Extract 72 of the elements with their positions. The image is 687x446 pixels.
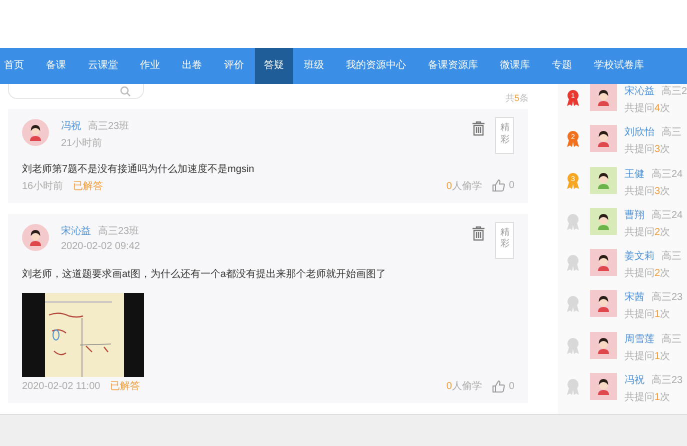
avatar-icon (590, 372, 618, 400)
nav-tab[interactable]: 学校试卷库 (583, 48, 655, 84)
thumbs-up-icon[interactable] (492, 380, 505, 393)
avatar-icon (590, 84, 618, 111)
post-time: 2020-02-02 09:42 (61, 240, 141, 252)
avatar-icon (22, 118, 49, 146)
answer-status: 已解答 (110, 380, 140, 394)
question-count: 共提问4次 (624, 102, 671, 115)
question-text: 刘老师第7题不是没有接通吗为什么加速度不是mgsin (22, 162, 256, 176)
nav-tab[interactable]: 我的资源中心 (335, 48, 417, 84)
avatar-icon (590, 332, 618, 358)
nav-tab[interactable]: 作业 (129, 48, 171, 84)
featured-tag[interactable]: 精彩 (495, 116, 514, 154)
nav-tab[interactable]: 备课资源库 (417, 48, 489, 84)
class-label: 高三24 (651, 168, 683, 180)
question-count: 共提问3次 (624, 142, 671, 156)
avatar-icon (590, 249, 618, 276)
nav-tab[interactable]: 首页 (0, 48, 35, 84)
answer-time: 16小时前 (22, 180, 64, 193)
search-field[interactable] (8, 84, 144, 99)
class-label: 高三 (661, 332, 682, 346)
class-label: 高三 (661, 250, 682, 263)
nav-tab[interactable]: 出卷 (171, 48, 213, 84)
user-name[interactable]: 宋沁益 (624, 84, 654, 98)
nav-tab[interactable]: 班级 (293, 48, 335, 84)
user-name[interactable]: 王健 (624, 166, 644, 180)
class-label: 高三23班 (88, 120, 130, 133)
question-count: 共提问2次 (624, 266, 671, 280)
question-count: 共提问1次 (624, 308, 671, 322)
nav-tab[interactable]: 答疑 (255, 48, 293, 84)
user-name[interactable]: 宋沁益 (61, 224, 91, 238)
avatar-icon (22, 224, 49, 251)
user-name[interactable]: 周雪莲 (624, 332, 654, 346)
avatar-icon (590, 208, 618, 235)
nav-tab[interactable]: 评价 (213, 48, 255, 84)
answer-time: 2020-02-02 11:00 (22, 380, 100, 392)
trash-icon[interactable] (472, 226, 486, 241)
user-name[interactable]: 冯祝 (61, 118, 81, 133)
avatar-icon (590, 166, 618, 194)
user-name[interactable]: 姜文莉 (624, 249, 654, 263)
class-label: 高三 (661, 126, 682, 140)
learn-count: 0人偷学 (446, 380, 482, 394)
nav-tab[interactable]: 专题 (541, 48, 583, 84)
total-count: 共5条 (505, 92, 528, 105)
user-name[interactable]: 冯祝 (624, 372, 644, 387)
featured-tag[interactable]: 精彩 (495, 222, 514, 259)
question-count: 共提问3次 (624, 184, 671, 198)
learn-count: 0人偷学 (446, 180, 482, 193)
trash-icon[interactable] (472, 120, 486, 136)
search-icon (120, 86, 131, 96)
answer-status: 已解答 (73, 180, 104, 193)
user-name[interactable]: 曹翔 (624, 208, 644, 222)
avatar-icon (590, 290, 618, 318)
class-label: 高三2 (661, 84, 687, 98)
class-label: 高三24 (651, 208, 683, 222)
avatar-icon (590, 125, 618, 152)
user-name[interactable]: 宋茜 (624, 290, 644, 304)
like-count: 0 (508, 380, 514, 392)
question-count: 共提问1次 (624, 390, 671, 404)
like-count: 0 (508, 180, 514, 192)
class-label: 高三23 (651, 374, 683, 387)
user-name[interactable]: 刘欣怡 (624, 125, 654, 140)
question-text: 刘老师，这道题要求画at图，为什么还有一个a都没有提出来那个老师就开始画图了 (22, 268, 387, 281)
nav-tab[interactable]: 微课库 (489, 48, 541, 84)
class-label: 高三23 (651, 290, 683, 304)
question-count: 共提问1次 (624, 350, 671, 362)
post-time: 21小时前 (61, 136, 104, 150)
class-label: 高三23班 (98, 224, 140, 238)
question-count: 共提问2次 (624, 226, 671, 239)
nav-tab[interactable]: 备课 (35, 48, 77, 84)
thumbs-up-icon[interactable] (492, 179, 505, 192)
nav-tab[interactable]: 云课堂 (77, 48, 129, 84)
